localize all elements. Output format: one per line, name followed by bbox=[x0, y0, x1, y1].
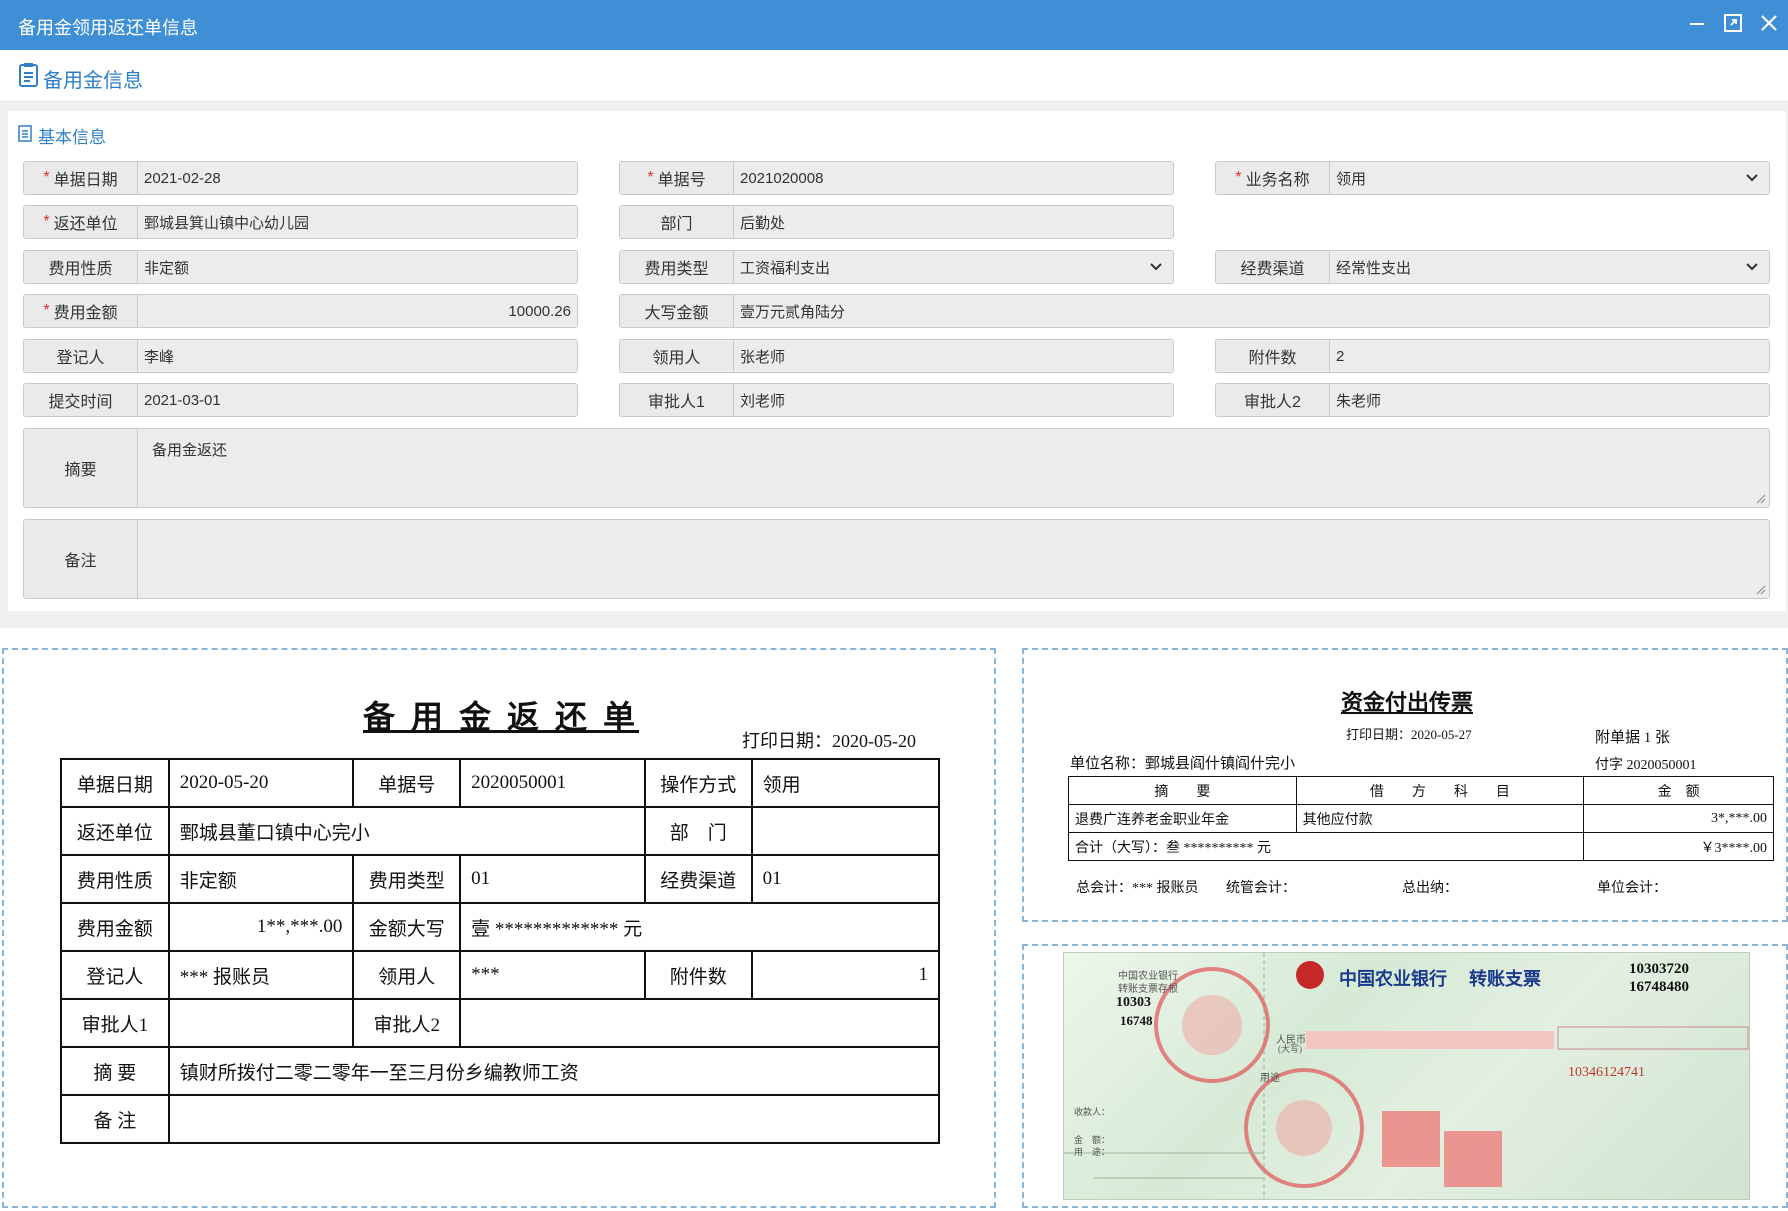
table-row: 登记人 *** 报账员 领用人 *** 附件数 1 bbox=[60, 950, 941, 1000]
page-header: 备用金信息 bbox=[0, 50, 1788, 102]
table-row: 合计（大写）：叁 ********** 元 ￥3****.00 bbox=[1067, 832, 1774, 861]
field-biz: * 业务名称 领用 bbox=[1215, 161, 1770, 195]
table-row: 审批人1 审批人2 bbox=[60, 998, 940, 1048]
amount-input[interactable]: 10000.26 bbox=[138, 295, 577, 327]
field-unit: * 返还单位 鄄城县箕山镇中心幼儿园 bbox=[23, 205, 578, 239]
return-form-print-date: 打印日期：2020-05-20 bbox=[742, 731, 916, 751]
attach-input[interactable]: 2 bbox=[1330, 340, 1769, 372]
field-summary-label: 摘要 bbox=[24, 429, 138, 507]
field-approver2: 审批人2 朱老师 bbox=[1215, 383, 1770, 417]
return-form-table: 单据日期 2020-05-20 单据号 2020050001 操作方式 领用 返还单位… bbox=[60, 758, 941, 1144]
field-type: 费用类型 工资福利支出 bbox=[619, 250, 1174, 284]
recipient-input[interactable]: 张老师 bbox=[734, 340, 1173, 372]
field-registrar: 登记人 李峰 bbox=[23, 339, 578, 373]
date-input[interactable]: 2021-02-28 bbox=[138, 162, 577, 194]
field-attach-label: 附件数 bbox=[1216, 340, 1330, 372]
window-title: 备用金领用返还单信息 bbox=[18, 18, 198, 38]
field-unit-label: 返还单位 bbox=[53, 216, 118, 233]
table-row: 摘 要镇财所拨付二零二零年一至三月份乡编教师工资 bbox=[60, 1046, 941, 1096]
field-date-label: 单据日期 bbox=[53, 172, 118, 189]
document-icon bbox=[18, 62, 40, 93]
voucher-table: 摘 要 借 方 科 目 金 额 退费广连养老金职业年金 其他应付款 3*,***… bbox=[1067, 776, 1774, 861]
biz-select[interactable]: 领用 bbox=[1330, 162, 1769, 194]
field-biz-label: 业务名称 bbox=[1245, 172, 1310, 189]
field-capital: 大写金额 壹万元贰角陆分 bbox=[619, 294, 1770, 328]
field-nature-label: 费用性质 bbox=[24, 251, 138, 283]
maximize-icon[interactable] bbox=[1722, 10, 1744, 36]
form-icon bbox=[18, 124, 34, 147]
nature-input[interactable]: 非定额 bbox=[138, 251, 577, 283]
field-nature: 费用性质 非定额 bbox=[23, 250, 578, 284]
dept-input[interactable]: 后勤处 bbox=[734, 206, 1173, 238]
unit-input[interactable]: 鄄城县箕山镇中心幼儿园 bbox=[138, 206, 577, 238]
field-attach: 附件数 2 bbox=[1215, 339, 1770, 373]
resize-grip-icon[interactable] bbox=[1756, 585, 1766, 595]
table-row: 摘 要 借 方 科 目 金 额 bbox=[1068, 776, 1774, 805]
field-date: * 单据日期 2021-02-28 bbox=[23, 161, 578, 195]
field-submit: 提交时间 2021-03-01 bbox=[23, 383, 578, 417]
window-titlebar: 备用金领用返还单信息 bbox=[0, 0, 1788, 50]
field-recipient-label: 领用人 bbox=[620, 340, 734, 372]
field-channel-label: 经费渠道 bbox=[1216, 251, 1330, 283]
field-dept: 部门 后勤处 bbox=[619, 205, 1174, 239]
field-submit-label: 提交时间 bbox=[24, 384, 138, 416]
field-amount: * 费用金额 10000.26 bbox=[23, 294, 578, 328]
close-icon[interactable] bbox=[1758, 10, 1780, 36]
field-approver2-label: 审批人2 bbox=[1216, 384, 1330, 416]
registrar-input[interactable]: 李峰 bbox=[138, 340, 577, 372]
section-title: 基本信息 bbox=[18, 123, 106, 148]
capital-input[interactable]: 壹万元贰角陆分 bbox=[734, 295, 1769, 327]
field-remark-label: 备注 bbox=[24, 520, 138, 598]
field-channel: 经费渠道 经常性支出 bbox=[1215, 250, 1770, 284]
voucher-attach-note: 附单据 1 张 bbox=[1595, 730, 1671, 746]
doc-no-input[interactable]: 2021020008 bbox=[734, 162, 1173, 194]
field-approver1: 审批人1 刘老师 bbox=[619, 383, 1174, 417]
minimize-icon[interactable] bbox=[1686, 10, 1708, 36]
table-row: 返还单位 鄄城县董口镇中心完小 部 门 bbox=[60, 806, 941, 856]
return-form-scan[interactable]: 备 用 金 返 还 单 打印日期：2020-05-20 单据日期 2020-05-… bbox=[2, 648, 996, 1208]
chevron-down-icon bbox=[1150, 263, 1162, 271]
channel-select[interactable]: 经常性支出 bbox=[1330, 251, 1769, 283]
field-type-label: 费用类型 bbox=[620, 251, 734, 283]
type-select[interactable]: 工资福利支出 bbox=[734, 251, 1173, 283]
table-row: 备 注 bbox=[60, 1094, 941, 1144]
chevron-down-icon bbox=[1746, 263, 1758, 271]
field-registrar-label: 登记人 bbox=[24, 340, 138, 372]
field-capital-label: 大写金额 bbox=[620, 295, 734, 327]
submit-time-input[interactable]: 2021-03-01 bbox=[138, 384, 577, 416]
field-no: * 单据号 2021020008 bbox=[619, 161, 1174, 195]
voucher-unit-name: 单位名称：鄄城县阎什镇阎什完小 bbox=[1070, 756, 1296, 772]
chevron-down-icon bbox=[1746, 174, 1758, 182]
field-dept-label: 部门 bbox=[620, 206, 734, 238]
resize-grip-icon[interactable] bbox=[1756, 494, 1766, 504]
field-amount-label: 费用金额 bbox=[53, 305, 118, 322]
approver1-input[interactable]: 刘老师 bbox=[734, 384, 1173, 416]
section-title-label: 基本信息 bbox=[38, 128, 106, 147]
field-summary: 摘要 备用金返还 bbox=[23, 428, 1770, 508]
remark-textarea[interactable] bbox=[138, 520, 1769, 598]
field-approver1-label: 审批人1 bbox=[620, 384, 734, 416]
table-row: 费用性质 非定额 费用类型 01 经费渠道 01 bbox=[60, 854, 941, 904]
table-row: 单据日期 2020-05-20 单据号 2020050001 操作方式 领用 bbox=[60, 758, 941, 808]
table-row: 退费广连养老金职业年金 其他应付款 3*,***.00 bbox=[1068, 804, 1774, 833]
field-no-label: 单据号 bbox=[657, 172, 706, 189]
page-title: 备用金信息 bbox=[43, 70, 143, 92]
voucher-print-date: 打印日期：2020-05-27 bbox=[1346, 727, 1472, 742]
table-row: 费用金额 1**,***.00 金额大写壹 ************* 元 bbox=[60, 902, 940, 952]
approver2-input[interactable]: 朱老师 bbox=[1330, 384, 1769, 416]
field-recipient: 领用人 张老师 bbox=[619, 339, 1174, 373]
field-remark: 备注 bbox=[23, 519, 1770, 599]
payment-voucher-scan[interactable]: 资金付出传票 打印日期：2020-05-27 附单据 1 张 单位名称：鄄城县阎… bbox=[1022, 648, 1788, 922]
summary-textarea[interactable]: 备用金返还 bbox=[138, 429, 1769, 507]
voucher-no: 付字 2020050001 bbox=[1595, 758, 1697, 773]
bank-check-image: 中国农业银行 转账支票存根 10303 16748 中国农业银行 转账支票 10… bbox=[1063, 952, 1750, 1200]
voucher-title: 资金付出传票 bbox=[1340, 690, 1473, 715]
